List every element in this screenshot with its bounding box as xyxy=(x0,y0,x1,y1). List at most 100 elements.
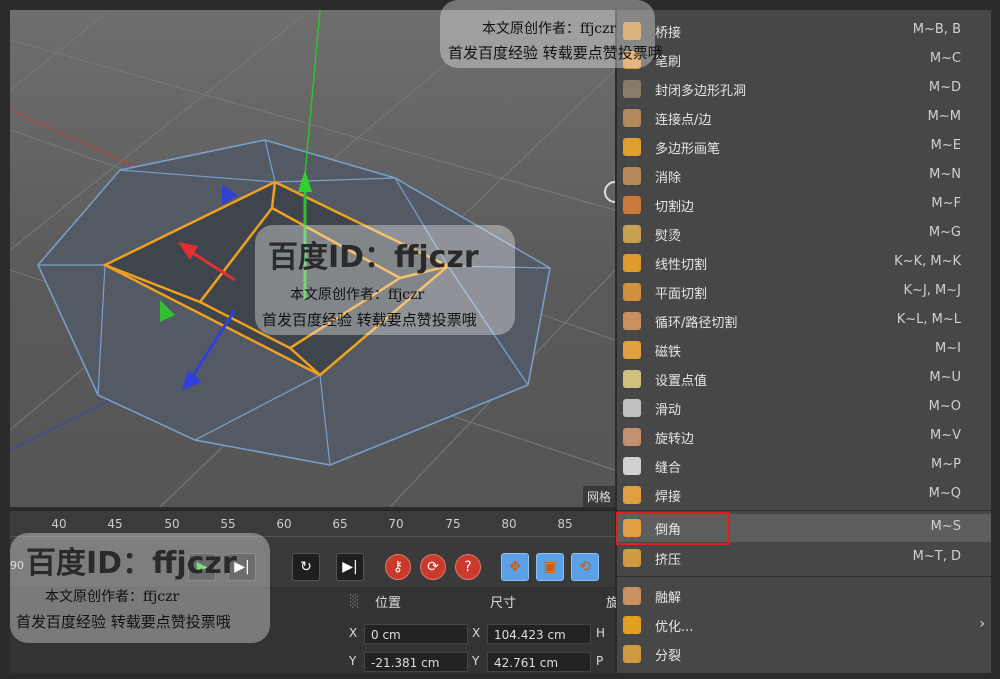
menu-item-label: 优化... xyxy=(655,620,694,635)
weld-icon xyxy=(623,486,641,504)
stitch-icon xyxy=(623,457,641,475)
rot-p-axis-label: P xyxy=(596,654,604,668)
menu-item-shortcut: M~G xyxy=(928,225,961,240)
watermark-mid-line2: 首发百度经验 转载要点赞投票哦 xyxy=(262,311,477,329)
record-key-button[interactable]: ⚷ xyxy=(385,554,411,580)
timeline-tick: 60 xyxy=(276,517,292,531)
size-y-field[interactable]: 42.761 cm xyxy=(487,652,591,672)
edge-cut-icon xyxy=(623,196,641,214)
menu-item-optimize[interactable]: 优化... › xyxy=(617,611,991,639)
menu-item-shortcut: M~F xyxy=(931,196,961,211)
menu-item-shortcut: M~B, B xyxy=(912,22,961,37)
menu-item-plane-cut[interactable]: 平面切割 K~J, M~J xyxy=(617,278,991,306)
menu-item-edge-cut[interactable]: 切割边 M~F xyxy=(617,191,991,219)
rotate-tool-button[interactable]: ⟲ xyxy=(571,553,599,581)
mesh-context-menu: 桥接 M~B, B 笔刷 M~C 封闭多边形孔洞 M~D 连接点/边 M~M 多边形画笔… xyxy=(616,10,991,673)
watermark-top-line2: 首发百度经验 转载要点赞投票哦 xyxy=(448,44,663,62)
size-x-axis-label: X xyxy=(472,626,481,640)
menu-item-weld[interactable]: 焊接 M~Q xyxy=(617,481,991,509)
timeline-tick: 45 xyxy=(107,517,123,531)
menu-item-shortcut: K~K, M~K xyxy=(894,254,961,269)
menu-item-shortcut: M~I xyxy=(935,341,961,356)
menu-item-magnet[interactable]: 磁铁 M~I xyxy=(617,336,991,364)
menu-item-polygon-pen[interactable]: 多边形画笔 M~E xyxy=(617,133,991,161)
bevel-highlight-box xyxy=(616,512,730,545)
menu-item-spin-edge[interactable]: 旋转边 M~V xyxy=(617,423,991,451)
menu-item-connect-points-edges[interactable]: 连接点/边 M~M xyxy=(617,104,991,132)
plane-cut-icon xyxy=(623,283,641,301)
timeline-tick: 80 xyxy=(501,517,517,531)
menu-item-melt[interactable]: 融解 xyxy=(617,582,991,610)
slide-icon xyxy=(623,399,641,417)
watermark-top-line1: 本文原创作者：ffjczr xyxy=(482,21,617,37)
menu-item-shortcut: M~T, D xyxy=(912,549,961,564)
split-icon xyxy=(623,645,641,663)
dissolve-icon xyxy=(623,167,641,185)
goto-end-button[interactable]: ▶| xyxy=(336,553,364,581)
menu-item-label: 切割边 xyxy=(655,200,695,215)
menu-item-set-point-value[interactable]: 设置点值 M~U xyxy=(617,365,991,393)
menu-item-brush[interactable]: 笔刷 M~C xyxy=(617,46,991,74)
position-y-field[interactable]: -21.381 cm xyxy=(364,652,468,672)
extrude-icon xyxy=(623,549,641,567)
menu-item-label: 旋转边 xyxy=(655,432,695,447)
cursor-ring-icon xyxy=(604,181,615,203)
size-header: 尺寸 xyxy=(490,596,517,611)
menu-item-label: 融解 xyxy=(655,591,682,606)
timeline-tick: 70 xyxy=(388,517,404,531)
iron-icon xyxy=(623,225,641,243)
menu-item-shortcut: K~J, M~J xyxy=(903,283,961,298)
menu-item-dissolve[interactable]: 消除 M~N xyxy=(617,162,991,190)
melt-icon xyxy=(623,587,641,605)
menu-item-label: 磁铁 xyxy=(655,345,682,360)
menu-item-label: 平面切割 xyxy=(655,287,708,302)
size-x-field[interactable]: 104.423 cm xyxy=(487,624,591,644)
timeline-tick: 65 xyxy=(332,517,348,531)
watermark-mid-title: 百度ID：ffjczr xyxy=(268,240,479,275)
loop-icon: ↻ xyxy=(300,559,312,575)
skip-end-icon: ▶| xyxy=(342,559,358,575)
connect-icon xyxy=(623,109,641,127)
menu-item-label: 桥接 xyxy=(655,26,682,41)
loop-button[interactable]: ↻ xyxy=(292,553,320,581)
menu-item-line-cut[interactable]: 线性切割 K~K, M~K xyxy=(617,249,991,277)
scale-tool-button[interactable]: ▣ xyxy=(536,553,564,581)
magnet-icon xyxy=(623,341,641,359)
menu-item-label: 连接点/边 xyxy=(655,113,712,128)
menu-item-shortcut: M~Q xyxy=(928,486,961,501)
auto-key-button[interactable]: ⟳ xyxy=(420,554,446,580)
pos-y-axis-label: Y xyxy=(349,654,357,668)
menu-item-shortcut: M~D xyxy=(928,80,961,95)
optimize-icon xyxy=(623,616,641,634)
menu-item-stitch[interactable]: 缝合 M~P xyxy=(617,452,991,480)
menu-item-label: 多边形画笔 xyxy=(655,142,721,157)
position-header: 位置 xyxy=(375,596,402,611)
timeline-tick: 85 xyxy=(557,517,573,531)
menu-item-slide[interactable]: 滑动 M~O xyxy=(617,394,991,422)
menu-item-iron[interactable]: 熨烫 M~G xyxy=(617,220,991,248)
grip-icon: ░ xyxy=(350,594,360,608)
watermark-bottom-title: 百度ID：ffjczr xyxy=(26,546,237,581)
viewport-mode-label: 网格 xyxy=(582,486,615,507)
position-x-field[interactable]: 0 cm xyxy=(364,624,468,644)
menu-item-extrude[interactable]: 挤压 M~T, D xyxy=(617,544,991,572)
menu-item-label: 滑动 xyxy=(655,403,682,418)
menu-item-label: 设置点值 xyxy=(655,374,708,389)
menu-item-label: 缝合 xyxy=(655,461,682,476)
menu-item-close-polygon-hole[interactable]: 封闭多边形孔洞 M~D xyxy=(617,75,991,103)
timeline-tick: 75 xyxy=(445,517,461,531)
move-tool-button[interactable]: ✥ xyxy=(501,553,529,581)
menu-item-label: 封闭多边形孔洞 xyxy=(655,84,747,99)
size-y-axis-label: Y xyxy=(472,654,480,668)
help-button[interactable]: ? xyxy=(455,554,481,580)
menu-item-label: 消除 xyxy=(655,171,682,186)
set-value-icon xyxy=(623,370,641,388)
y-axis-line xyxy=(304,10,321,176)
menu-item-bridge[interactable]: 桥接 M~B, B xyxy=(617,17,991,45)
menu-item-shortcut: K~L, M~L xyxy=(896,312,961,327)
menu-item-split[interactable]: 分裂 xyxy=(617,640,991,668)
watermark-bottom-line2: 首发百度经验 转载要点赞投票哦 xyxy=(16,613,231,631)
knife-icon xyxy=(623,254,641,272)
menu-item-shortcut: M~V xyxy=(929,428,961,443)
menu-item-loop-path-cut[interactable]: 循环/路径切割 K~L, M~L xyxy=(617,307,991,335)
